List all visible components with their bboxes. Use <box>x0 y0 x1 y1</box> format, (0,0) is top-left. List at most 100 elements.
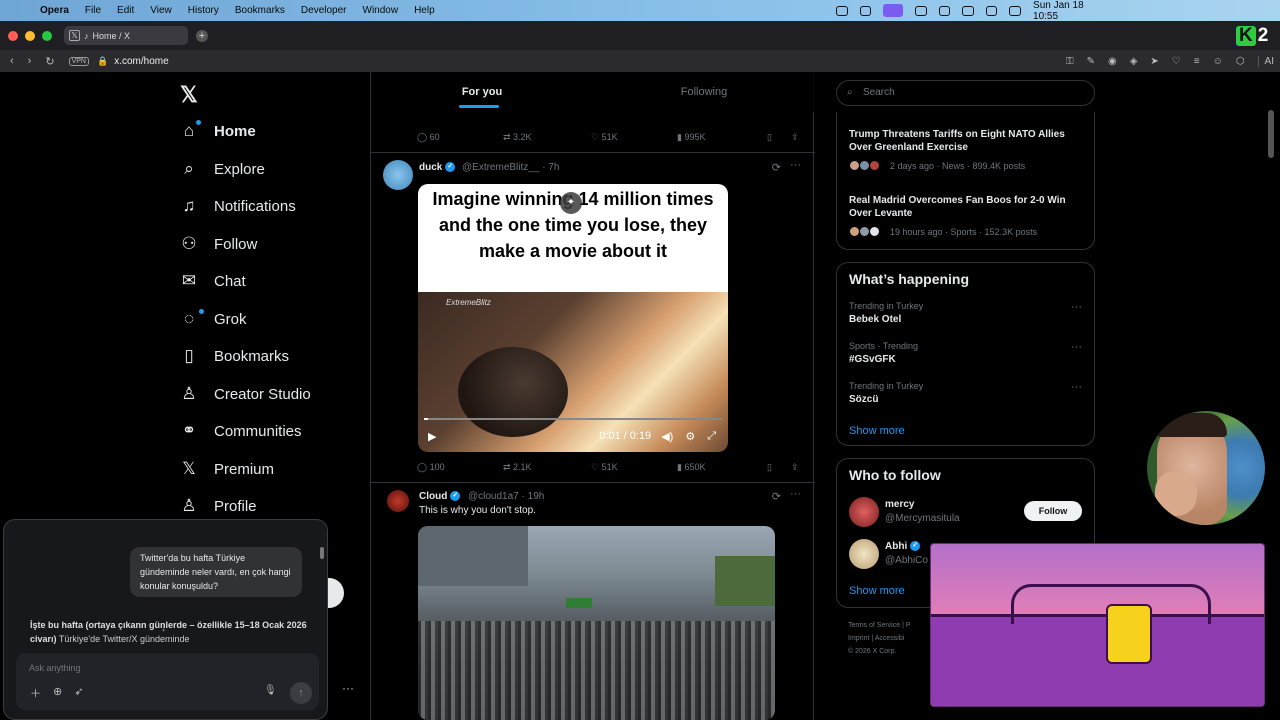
menu-window[interactable]: Window <box>363 5 399 16</box>
user-name-text[interactable]: Abhi <box>885 541 907 552</box>
x-logo-icon[interactable]: 𝕏 <box>180 82 198 108</box>
play-icon[interactable] <box>985 5 998 16</box>
menubar-datetime[interactable]: Sun Jan 18 10:55 <box>1033 0 1096 22</box>
forward-icon[interactable]: › <box>28 55 32 68</box>
more-icon[interactable]: ··· <box>1071 301 1082 313</box>
tweet-author[interactable]: Cloud ✓ <box>419 491 461 502</box>
ai-button[interactable]: AI <box>1257 55 1274 67</box>
tweet-image-crowd[interactable] <box>418 526 775 720</box>
show-more-link[interactable]: Show more <box>849 425 905 437</box>
status-icon[interactable] <box>914 5 927 16</box>
screen-record-icon[interactable] <box>883 4 903 17</box>
trend-name[interactable]: Sözcü <box>849 394 878 405</box>
user-name[interactable]: mercy <box>885 499 914 510</box>
nav-notifications[interactable]: ♫ Notifications <box>178 191 296 221</box>
battery-icon[interactable] <box>962 5 974 16</box>
back-icon[interactable]: ‹ <box>10 55 14 68</box>
like-button[interactable]: ♡ 51K <box>591 132 677 143</box>
edit-icon[interactable]: ✎ <box>1087 56 1095 67</box>
grok-media-icon[interactable]: ✦ <box>560 192 582 214</box>
avatar[interactable] <box>849 539 879 569</box>
speaker-icon[interactable]: ♪ <box>84 31 89 41</box>
nav-communities[interactable]: ⚭ Communities <box>178 416 302 446</box>
shield-icon[interactable]: ◈ <box>1130 56 1138 67</box>
menu-view[interactable]: View <box>150 5 172 16</box>
reload-icon[interactable]: ↻ <box>45 55 54 68</box>
footer-line[interactable]: Terms of Service | P <box>848 619 911 632</box>
cube-icon[interactable]: ⬡ <box>1236 56 1245 67</box>
rocket-icon[interactable]: ➶ <box>74 685 83 701</box>
lock-icon[interactable]: 🔒 <box>97 56 108 67</box>
repost-button[interactable]: ⇄ 2.1K <box>503 462 591 473</box>
settings-icon[interactable]: ⚙ <box>685 430 695 443</box>
tab-following[interactable]: Following <box>593 72 815 112</box>
tweet-time[interactable]: · 7h <box>542 162 559 173</box>
scroll-down-icon[interactable]: ↓ <box>161 623 166 634</box>
news-item-title[interactable]: Trump Threatens Tariffs on Eight NATO Al… <box>849 128 1079 154</box>
more-icon[interactable]: ··· <box>790 488 801 500</box>
menu-help[interactable]: Help <box>414 5 435 16</box>
play-icon[interactable]: ▶ <box>428 430 436 443</box>
menu-developer[interactable]: Developer <box>301 5 347 16</box>
menu-bookmarks[interactable]: Bookmarks <box>235 5 285 16</box>
nav-creator-studio[interactable]: ♙ Creator Studio <box>178 379 310 409</box>
avatar[interactable] <box>387 490 409 512</box>
follow-button[interactable]: Follow <box>1024 501 1082 521</box>
send-icon[interactable]: ➤ <box>1150 56 1158 67</box>
heart-icon[interactable]: ♡ <box>1172 56 1181 67</box>
url-field[interactable]: x.com/home <box>114 56 168 67</box>
author-name[interactable]: Cloud <box>419 491 447 502</box>
share-icon[interactable]: ⇪ <box>791 132 799 143</box>
grok-input[interactable]: Ask anything ＋ ⊕ ➶ 🎙 ↑ <box>16 653 319 710</box>
more-icon[interactable]: ··· <box>1071 381 1082 393</box>
nav-follow[interactable]: ⚇ Follow <box>178 229 257 259</box>
fullscreen-icon[interactable]: ⤢ <box>707 430 716 443</box>
more-icon[interactable]: ··· <box>790 159 801 171</box>
reply-button[interactable]: ◯ 60 <box>417 132 503 143</box>
trend-name[interactable]: Bebek Otel <box>849 314 901 325</box>
minimize-window-button[interactable] <box>25 30 35 41</box>
user-handle[interactable]: @Mercymasitula <box>885 513 960 524</box>
menu-history[interactable]: History <box>188 5 219 16</box>
views-button[interactable]: ▮ 995K <box>677 132 767 143</box>
zoom-window-button[interactable] <box>42 30 52 41</box>
tweet-handle[interactable]: @cloud1a7 · 19h <box>468 491 544 502</box>
send-button[interactable]: ↑ <box>290 682 312 704</box>
more-icon[interactable]: ··· <box>342 681 354 695</box>
microphone-icon[interactable]: 🎙 <box>264 685 277 696</box>
grok-analyze-icon[interactable]: ⟳ <box>772 490 781 503</box>
tweet-handle[interactable]: @ExtremeBlitz__ · 7h <box>462 162 559 173</box>
user-name[interactable]: Abhi ✓ <box>885 541 921 552</box>
user-handle[interactable]: @AbhiCo <box>885 555 928 566</box>
nav-explore[interactable]: ⌕ Explore <box>178 154 265 184</box>
status-icon[interactable] <box>836 5 848 16</box>
status-icon[interactable] <box>938 5 951 16</box>
news-item-title[interactable]: Real Madrid Overcomes Fan Boos for 2-0 W… <box>849 194 1079 220</box>
menu-app-opera[interactable]: Opera <box>40 5 69 16</box>
plus-icon[interactable]: ＋ <box>30 685 41 701</box>
nav-bookmarks[interactable]: ▯ Bookmarks <box>178 341 289 371</box>
nav-home[interactable]: ⌂ Home <box>178 116 256 146</box>
views-button[interactable]: ▮ 650K <box>677 462 767 473</box>
menu-file[interactable]: File <box>85 5 101 16</box>
author-name[interactable]: duck <box>419 162 442 173</box>
status-icon[interactable] <box>859 5 872 16</box>
footer-line[interactable]: Imprint | Accessibi <box>848 632 911 645</box>
trend-name[interactable]: #GSvGFK <box>849 354 896 365</box>
vpn-badge[interactable]: VPN <box>68 56 89 66</box>
tab-for-you[interactable]: For you <box>371 72 593 112</box>
list-icon[interactable]: ≡ <box>1194 56 1200 67</box>
search-input[interactable]: ⌕ Search <box>836 80 1095 106</box>
avatar[interactable] <box>849 497 879 527</box>
control-center-icon[interactable] <box>1009 5 1022 16</box>
new-tab-button[interactable]: + <box>196 29 208 42</box>
handle[interactable]: @cloud1a7 <box>468 491 519 502</box>
grok-analyze-icon[interactable]: ⟳ <box>772 161 781 174</box>
close-window-button[interactable] <box>8 30 18 41</box>
nav-profile[interactable]: ♙ Profile <box>178 491 256 521</box>
page-scrollbar[interactable] <box>1268 110 1274 158</box>
bookmark-icon[interactable]: ▯ <box>767 132 791 143</box>
volume-icon[interactable]: ◀) <box>661 430 673 443</box>
key-icon[interactable]: ⚿ <box>1066 56 1074 67</box>
handle[interactable]: @ExtremeBlitz__ <box>462 162 539 173</box>
